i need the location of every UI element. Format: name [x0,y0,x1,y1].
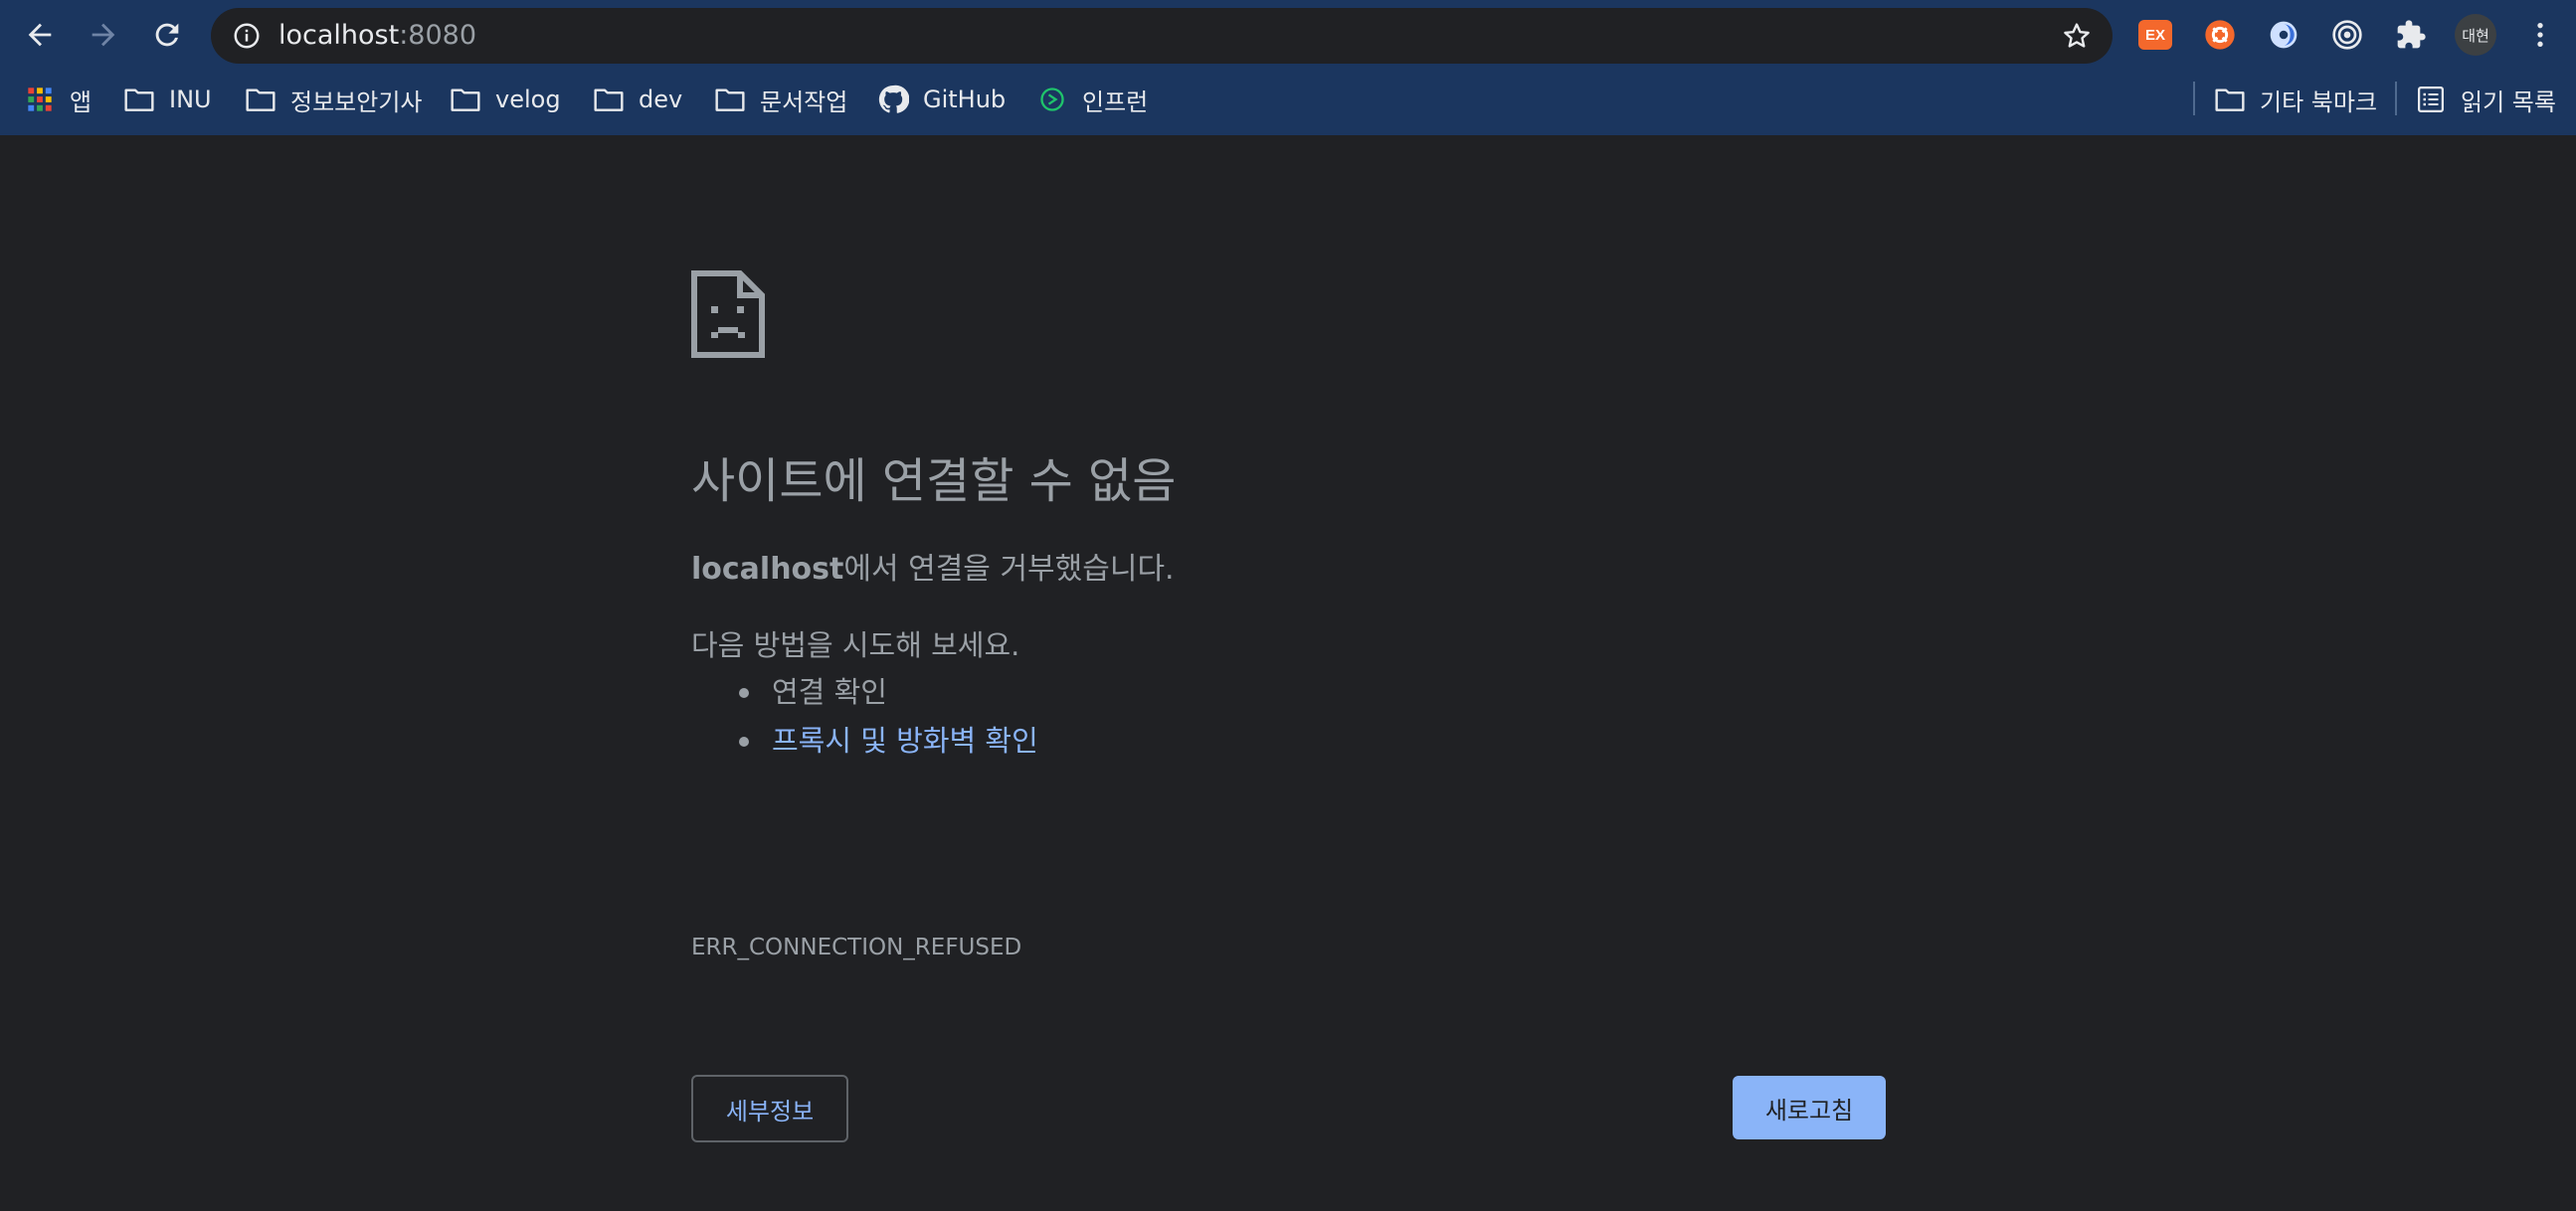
bookmark-label: velog [495,86,561,113]
back-button[interactable] [14,9,66,61]
other-bookmarks[interactable]: 기타 북마크 [2214,70,2377,129]
bookmark-label: 문서작업 [760,87,848,116]
error-subtitle: localhost에서 연결을 거부했습니다. [691,544,1175,588]
reading-list-label: 읽기 목록 [2461,87,2556,116]
sad-page-icon [691,270,765,358]
reload-button[interactable] [141,9,193,61]
error-host: localhost [691,552,844,587]
other-bookmarks-label: 기타 북마크 [2260,87,2378,116]
bookmark-folder-velog[interactable]: velog [450,70,561,129]
reload-page-button[interactable]: 새로고침 [1733,1076,1886,1139]
suggestion-list: 연결 확인 프록시 및 방화벽 확인 [736,668,1038,766]
bookmarks-divider [2193,82,2195,115]
apps-grid-icon [24,84,56,115]
suggestion-heading: 다음 방법을 시도해 보세요. [691,628,1020,662]
reading-list-icon [2415,84,2447,115]
puzzle-extension-icon[interactable] [2393,17,2429,53]
error-page [0,135,2576,1211]
site-info-icon[interactable] [229,18,265,54]
suggestion-check-proxy-link[interactable]: 프록시 및 방화벽 확인 [736,717,1038,766]
bookmark-folder-security[interactable]: 정보보안기사 [245,70,422,129]
folder-icon [593,84,625,115]
bookmark-label: 인프런 [1082,87,1149,116]
folder-icon [123,84,155,115]
bookmark-label: GitHub [923,86,1007,113]
reading-list[interactable]: 읽기 목록 [2415,70,2556,129]
error-title: 사이트에 연결할 수 없음 [691,453,1177,509]
bookmarks-divider [2395,82,2397,115]
target-extension-icon[interactable] [2329,17,2365,53]
lens-extension-icon[interactable] [2266,17,2301,53]
folder-icon [245,84,276,115]
profile-label: 대현 [2462,26,2489,45]
bookmark-folder-docs[interactable]: 문서작업 [714,70,847,129]
details-button[interactable]: 세부정보 [691,1075,848,1142]
bookmark-label: 앱 [70,87,92,116]
folder-icon [450,84,481,115]
address-bar[interactable]: localhost:8080 [211,8,2113,64]
menu-kebab-icon[interactable] [2522,17,2558,53]
bookmark-label: INU [169,86,212,113]
bookmark-label: 정보보안기사 [290,87,423,116]
bookmark-folder-inu[interactable]: INU [123,70,212,129]
bookmark-label: dev [639,86,683,113]
error-code: ERR_CONNECTION_REFUSED [691,935,1022,960]
reload-icon [155,23,179,47]
forward-button[interactable] [78,9,129,61]
folder-icon [714,84,746,115]
profile-avatar[interactable]: 대현 [2455,14,2496,56]
bookmark-apps[interactable]: 앱 [24,70,92,129]
github-icon [877,84,909,115]
bookmark-star-icon[interactable] [2059,18,2095,54]
orange-extension-icon[interactable] [2202,17,2238,53]
bookmark-inflearn[interactable]: 인프런 [1036,70,1148,129]
browser-toolbar: localhost:8080 EX 대현 [0,0,2576,70]
ex-extension-label: EX [2144,26,2165,44]
back-arrow-icon [28,23,52,47]
folder-icon [2214,84,2246,115]
inflearn-icon [1036,84,1068,115]
bookmark-folder-dev[interactable]: dev [593,70,682,129]
error-refused-text: 에서 연결을 거부했습니다. [843,552,1175,587]
url-port: :8080 [399,20,477,51]
suggestion-check-connection: 연결 확인 [736,668,1038,717]
url-host: localhost [278,20,400,51]
bookmark-github[interactable]: GitHub [877,70,1006,129]
ex-extension-icon[interactable]: EX [2138,20,2172,50]
bookmarks-bar: 앱 INU 정보보안기사 velog dev 문서작업 GitHub 인프런 기… [0,70,2576,135]
url-text[interactable]: localhost:8080 [278,8,476,64]
forward-arrow-icon [92,23,115,47]
